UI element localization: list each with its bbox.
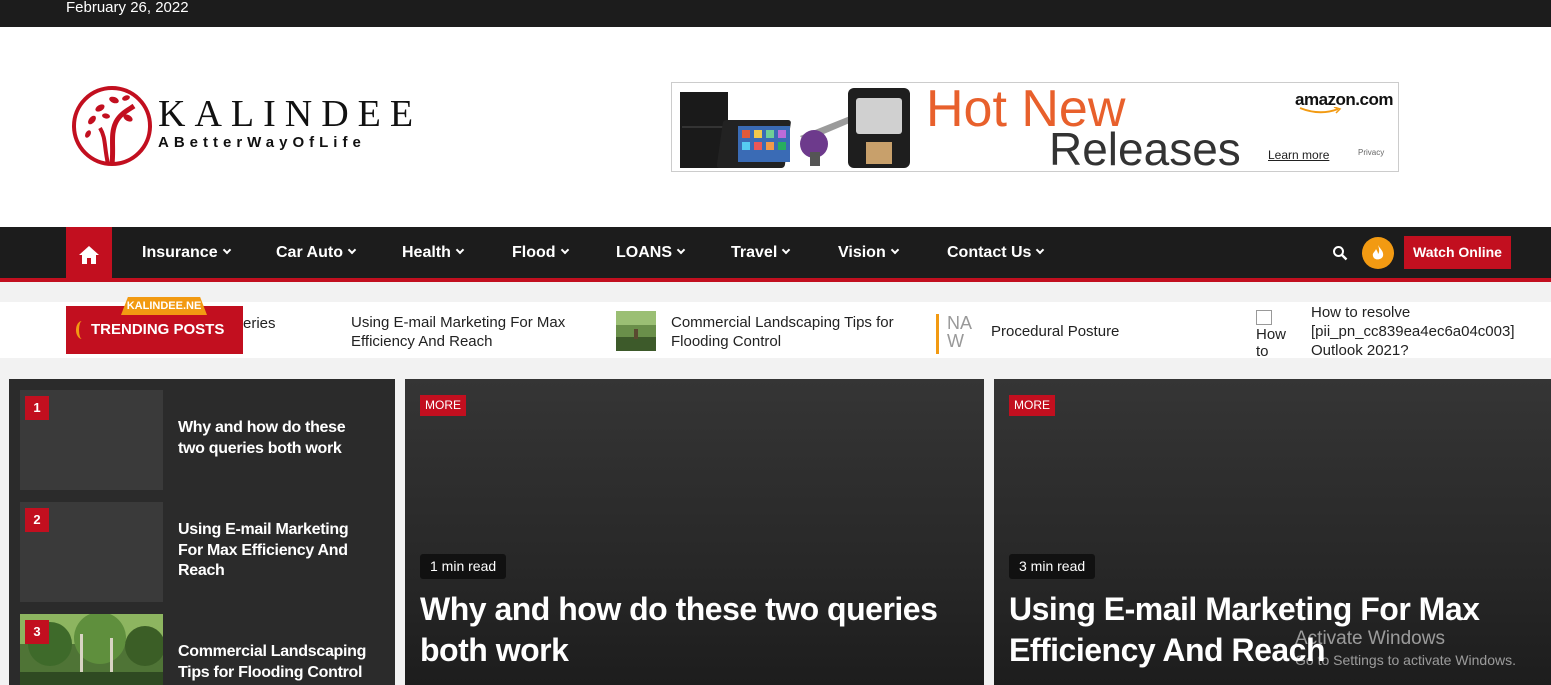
tree-logo-icon: [72, 86, 152, 166]
products-image-icon: [680, 88, 910, 168]
fire-icon: [1372, 245, 1384, 260]
chevron-down-icon: [222, 245, 231, 255]
nav-underline: [0, 278, 1551, 282]
nav-item-vision[interactable]: Vision: [838, 227, 899, 278]
spinner-icon: [76, 321, 88, 339]
nav-item-health[interactable]: Health: [402, 227, 465, 278]
ticker-thumbnail[interactable]: NA W: [936, 314, 976, 354]
post-rank-badge: 2: [25, 508, 49, 532]
site-flag-badge: KALINDEE.NE: [121, 297, 207, 315]
site-header: KALINDEE ABetterWayOfLife Hot New Releas…: [0, 27, 1551, 227]
ad-headline-2: Releases: [1049, 123, 1241, 172]
nav-item-flood[interactable]: Flood: [512, 227, 569, 278]
post-rank-badge: 1: [25, 396, 49, 420]
ticker-item[interactable]: Using E-mail Marketing For Max Efficienc…: [351, 313, 591, 351]
chevron-down-icon: [890, 245, 899, 255]
nav-item-car-auto[interactable]: Car Auto: [276, 227, 357, 278]
nav-item-travel[interactable]: Travel: [731, 227, 791, 278]
amazon-ad-banner[interactable]: Hot New Releases amazon.com Learn more P…: [671, 82, 1399, 172]
ticker-item[interactable]: eries: [243, 314, 276, 333]
chevron-down-icon: [676, 245, 686, 255]
logo-name: KALINDEE: [158, 93, 423, 135]
post-rank-badge: 3: [25, 620, 49, 644]
trending-fire-button[interactable]: [1362, 237, 1394, 269]
watch-online-button[interactable]: Watch Online: [1404, 236, 1511, 269]
ad-learn-more-link[interactable]: Learn more: [1268, 148, 1329, 162]
ticker-thumbnail[interactable]: How to: [1256, 310, 1296, 356]
broken-image-icon: [1256, 310, 1272, 325]
nav-item-contact-us[interactable]: Contact Us: [947, 227, 1045, 278]
current-date: February 26, 2022: [66, 0, 189, 16]
nav-item-insurance[interactable]: Insurance: [142, 227, 231, 278]
search-icon[interactable]: [1332, 245, 1348, 261]
site-logo[interactable]: KALINDEE ABetterWayOfLife: [70, 84, 415, 168]
popular-post-title[interactable]: Using E-mail Marketing For Max Efficienc…: [178, 520, 368, 582]
chevron-down-icon: [782, 245, 791, 255]
ad-privacy-link[interactable]: Privacy: [1358, 148, 1384, 157]
chevron-down-icon: [560, 245, 569, 255]
landscape-thumbnail-icon[interactable]: [616, 311, 656, 351]
featured-post-title[interactable]: Why and how do these two queries both wo…: [420, 589, 960, 671]
home-icon: [79, 245, 99, 264]
ticker-item[interactable]: Commercial Landscaping Tips for Flooding…: [671, 313, 921, 351]
featured-post-card[interactable]: MORE 1 min read Why and how do these two…: [405, 379, 984, 685]
category-badge[interactable]: MORE: [1009, 395, 1055, 416]
ticker-item[interactable]: How to resolve [pii_pn_cc839ea4ec6a04c00…: [1311, 303, 1516, 358]
popular-post-title[interactable]: Why and how do these two queries both wo…: [178, 418, 368, 459]
popular-post-title[interactable]: Commercial Landscaping Tips for Flooding…: [178, 642, 368, 683]
logo-tagline: ABetterWayOfLife: [158, 134, 366, 151]
category-badge[interactable]: MORE: [420, 395, 466, 416]
home-button[interactable]: [66, 227, 112, 282]
chevron-down-icon: [1036, 245, 1045, 255]
amazon-smile-icon: [1299, 107, 1342, 114]
chevron-down-icon: [455, 245, 465, 255]
chevron-down-icon: [347, 245, 357, 255]
ticker-item[interactable]: Procedural Posture: [991, 322, 1119, 341]
windows-activation-watermark: Activate Windows Go to Settings to activ…: [1295, 628, 1516, 668]
read-time-badge: 1 min read: [420, 554, 507, 579]
nav-item-loans[interactable]: LOANS: [616, 227, 686, 278]
top-bar: February 26, 2022: [0, 0, 1551, 27]
read-time-badge: 3 min read: [1009, 554, 1096, 579]
